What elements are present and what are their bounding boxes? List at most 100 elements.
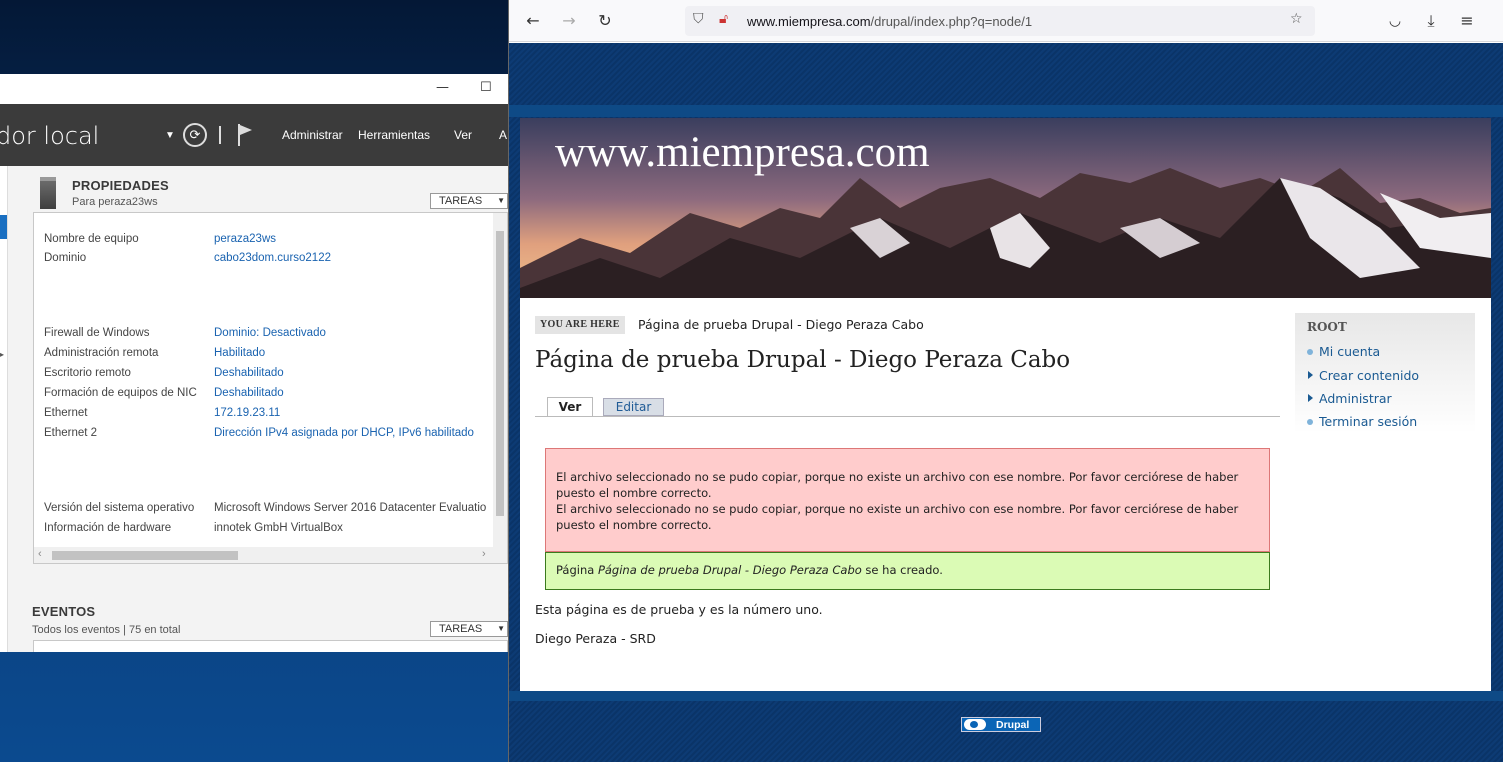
sidebar-item-label[interactable]: Mi cuenta bbox=[1319, 344, 1380, 359]
scrollbar-thumb[interactable] bbox=[496, 231, 504, 516]
tab-editar[interactable]: Editar bbox=[603, 398, 664, 416]
separator bbox=[218, 126, 221, 144]
site-banner: www.miempresa.com bbox=[520, 118, 1491, 298]
error-message: El archivo seleccionado no se pudo copia… bbox=[556, 502, 1239, 532]
property-value-link[interactable]: 172.19.23.11 bbox=[214, 407, 280, 419]
property-value-link[interactable]: Dirección IPv4 asignada por DHCP, IPv6 h… bbox=[214, 427, 474, 439]
shield-icon[interactable]: ⛉ bbox=[693, 11, 704, 27]
server-manager-body: ▸ PROPIEDADES Para peraza23ws TAREAS ▼ N… bbox=[0, 166, 508, 652]
header-band bbox=[509, 105, 1503, 117]
page-title: dor local bbox=[0, 122, 100, 150]
property-value-link[interactable]: Deshabilitado bbox=[214, 387, 284, 399]
drupal-badge-label: Drupal bbox=[996, 718, 1030, 731]
reload-icon[interactable]: ↻ bbox=[595, 10, 615, 32]
menu-ayuda[interactable]: A bbox=[499, 128, 507, 142]
sidebar-item-label[interactable]: Administrar bbox=[1319, 391, 1392, 406]
dropdown-arrow-icon[interactable]: ▼ bbox=[165, 130, 175, 141]
property-key: Nombre de equipo bbox=[44, 233, 139, 245]
status-message-box: Página Página de prueba Drupal - Diego P… bbox=[545, 552, 1270, 590]
url-text[interactable]: www.miempresa.com/drupal/index.php?q=nod… bbox=[747, 14, 1032, 29]
footer-band bbox=[509, 691, 1503, 701]
site-name[interactable]: www.miempresa.com bbox=[555, 128, 930, 177]
horizontal-scrollbar[interactable]: ‹ › bbox=[34, 547, 507, 563]
url-path: /drupal/index.php?q=node/1 bbox=[870, 14, 1033, 29]
powered-by-drupal-badge[interactable]: Drupal bbox=[961, 717, 1041, 732]
property-key: Ethernet bbox=[44, 407, 88, 419]
tab-ver[interactable]: Ver bbox=[547, 397, 593, 417]
minimize-button[interactable]: — bbox=[436, 80, 449, 95]
menu-herramientas[interactable]: Herramientas bbox=[358, 128, 430, 142]
sidebar-item-crear-contenido[interactable]: Crear contenido bbox=[1308, 368, 1419, 383]
error-message: El archivo seleccionado no se pudo copia… bbox=[556, 470, 1239, 500]
property-key: Formación de equipos de NIC bbox=[44, 387, 197, 399]
collapsed-arrow-icon bbox=[1308, 394, 1313, 402]
property-value-link[interactable]: Dominio: Desactivado bbox=[214, 327, 326, 339]
scroll-left-icon[interactable]: ‹ bbox=[38, 548, 42, 560]
property-key: Firewall de Windows bbox=[44, 327, 150, 339]
property-key: Escritorio remoto bbox=[44, 367, 131, 379]
body-paragraph: Diego Peraza - SRD bbox=[535, 631, 656, 646]
server-icon bbox=[40, 177, 56, 209]
status-suffix: se ha creado. bbox=[861, 563, 943, 577]
bookmark-star-icon[interactable]: ☆ bbox=[1290, 11, 1303, 27]
sidebar-item-administrar[interactable]: Administrar bbox=[1308, 391, 1392, 406]
property-value-link[interactable]: cabo23dom.curso2122 bbox=[214, 252, 331, 264]
drupal-page: www.miempresa.com YOU ARE HERE Página de… bbox=[520, 118, 1491, 691]
events-tasks-dropdown[interactable]: TAREAS ▼ bbox=[430, 621, 508, 637]
property-value-link[interactable]: Deshabilitado bbox=[214, 367, 284, 379]
url-bar[interactable]: ⛉ 🔓︎ www.miempresa.com/drupal/index.php?… bbox=[685, 6, 1315, 36]
events-title: EVENTOS bbox=[32, 604, 96, 619]
property-key: Versión del sistema operativo bbox=[44, 502, 195, 514]
properties-panel: Nombre de equipo peraza23ws Dominio cabo… bbox=[33, 212, 508, 564]
scrollbar-thumb[interactable] bbox=[52, 551, 238, 560]
scroll-right-icon[interactable]: › bbox=[482, 548, 486, 560]
block-title: ROOT bbox=[1307, 320, 1347, 334]
browser-toolbar: ← → ↻ ⛉ 🔓︎ www.miempresa.com/drupal/inde… bbox=[509, 0, 1503, 42]
refresh-icon[interactable]: ⟳ bbox=[182, 123, 207, 147]
maximize-button[interactable]: ☐ bbox=[480, 80, 492, 95]
menu-icon[interactable]: ≡ bbox=[1457, 10, 1477, 32]
page-background: www.miempresa.com YOU ARE HERE Página de… bbox=[509, 43, 1503, 762]
sidebar-item-terminar-sesion[interactable]: Terminar sesión bbox=[1307, 414, 1417, 429]
property-value-link[interactable]: Habilitado bbox=[214, 347, 265, 359]
back-icon[interactable]: ← bbox=[523, 10, 543, 32]
properties-subtitle: Para peraza23ws bbox=[72, 196, 158, 208]
events-panel bbox=[33, 640, 508, 652]
collapsed-arrow-icon bbox=[1308, 371, 1313, 379]
notifications-flag-icon[interactable] bbox=[237, 124, 253, 146]
url-domain: www.miempresa.com bbox=[747, 14, 871, 29]
events-subtitle: Todos los eventos | 75 en total bbox=[32, 624, 181, 636]
window-titlebar: — ☐ bbox=[0, 74, 508, 104]
property-value: innotek GmbH VirtualBox bbox=[214, 522, 343, 534]
error-message-box: El archivo seleccionado no se pudo copia… bbox=[545, 448, 1270, 552]
tasks-label: TAREAS bbox=[439, 195, 483, 207]
tasks-label: TAREAS bbox=[439, 623, 483, 635]
property-value: Microsoft Windows Server 2016 Datacenter… bbox=[214, 502, 487, 514]
nav-selected-item[interactable] bbox=[0, 215, 7, 239]
chevron-down-icon: ▼ bbox=[497, 624, 505, 633]
property-value-link[interactable]: peraza23ws bbox=[214, 233, 276, 245]
breadcrumb-label: YOU ARE HERE bbox=[535, 316, 625, 334]
breadcrumb: Página de prueba Drupal - Diego Peraza C… bbox=[638, 317, 924, 332]
pocket-icon[interactable]: ◡ bbox=[1385, 10, 1405, 32]
insecure-lock-icon[interactable]: 🔓︎ bbox=[719, 11, 728, 27]
menu-administrar[interactable]: Administrar bbox=[282, 128, 343, 142]
menu-ver[interactable]: Ver bbox=[454, 128, 472, 142]
property-key: Ethernet 2 bbox=[44, 427, 98, 439]
sidebar-item-label[interactable]: Terminar sesión bbox=[1319, 414, 1417, 429]
vertical-scrollbar[interactable] bbox=[493, 213, 507, 548]
page-title: Página de prueba Drupal - Diego Peraza C… bbox=[535, 347, 1071, 373]
forward-icon[interactable]: → bbox=[559, 10, 579, 32]
user-menu-block: ROOT Mi cuenta Crear contenido Administr… bbox=[1295, 313, 1475, 433]
properties-tasks-dropdown[interactable]: TAREAS ▼ bbox=[430, 193, 508, 209]
server-manager-window: — ☐ dor local ▼ ⟳ Administrar Herramient… bbox=[0, 74, 508, 652]
sidebar-item-mi-cuenta[interactable]: Mi cuenta bbox=[1307, 344, 1380, 359]
expand-arrow-icon[interactable]: ▸ bbox=[0, 350, 4, 359]
bullet-icon bbox=[1307, 349, 1313, 355]
drupal-drop-icon bbox=[964, 719, 986, 730]
download-icon[interactable]: ⤓ bbox=[1421, 10, 1441, 32]
chevron-down-icon: ▼ bbox=[497, 196, 505, 205]
property-key: Información de hardware bbox=[44, 522, 172, 534]
sidebar-item-label[interactable]: Crear contenido bbox=[1319, 368, 1419, 383]
property-key: Dominio bbox=[44, 252, 87, 264]
